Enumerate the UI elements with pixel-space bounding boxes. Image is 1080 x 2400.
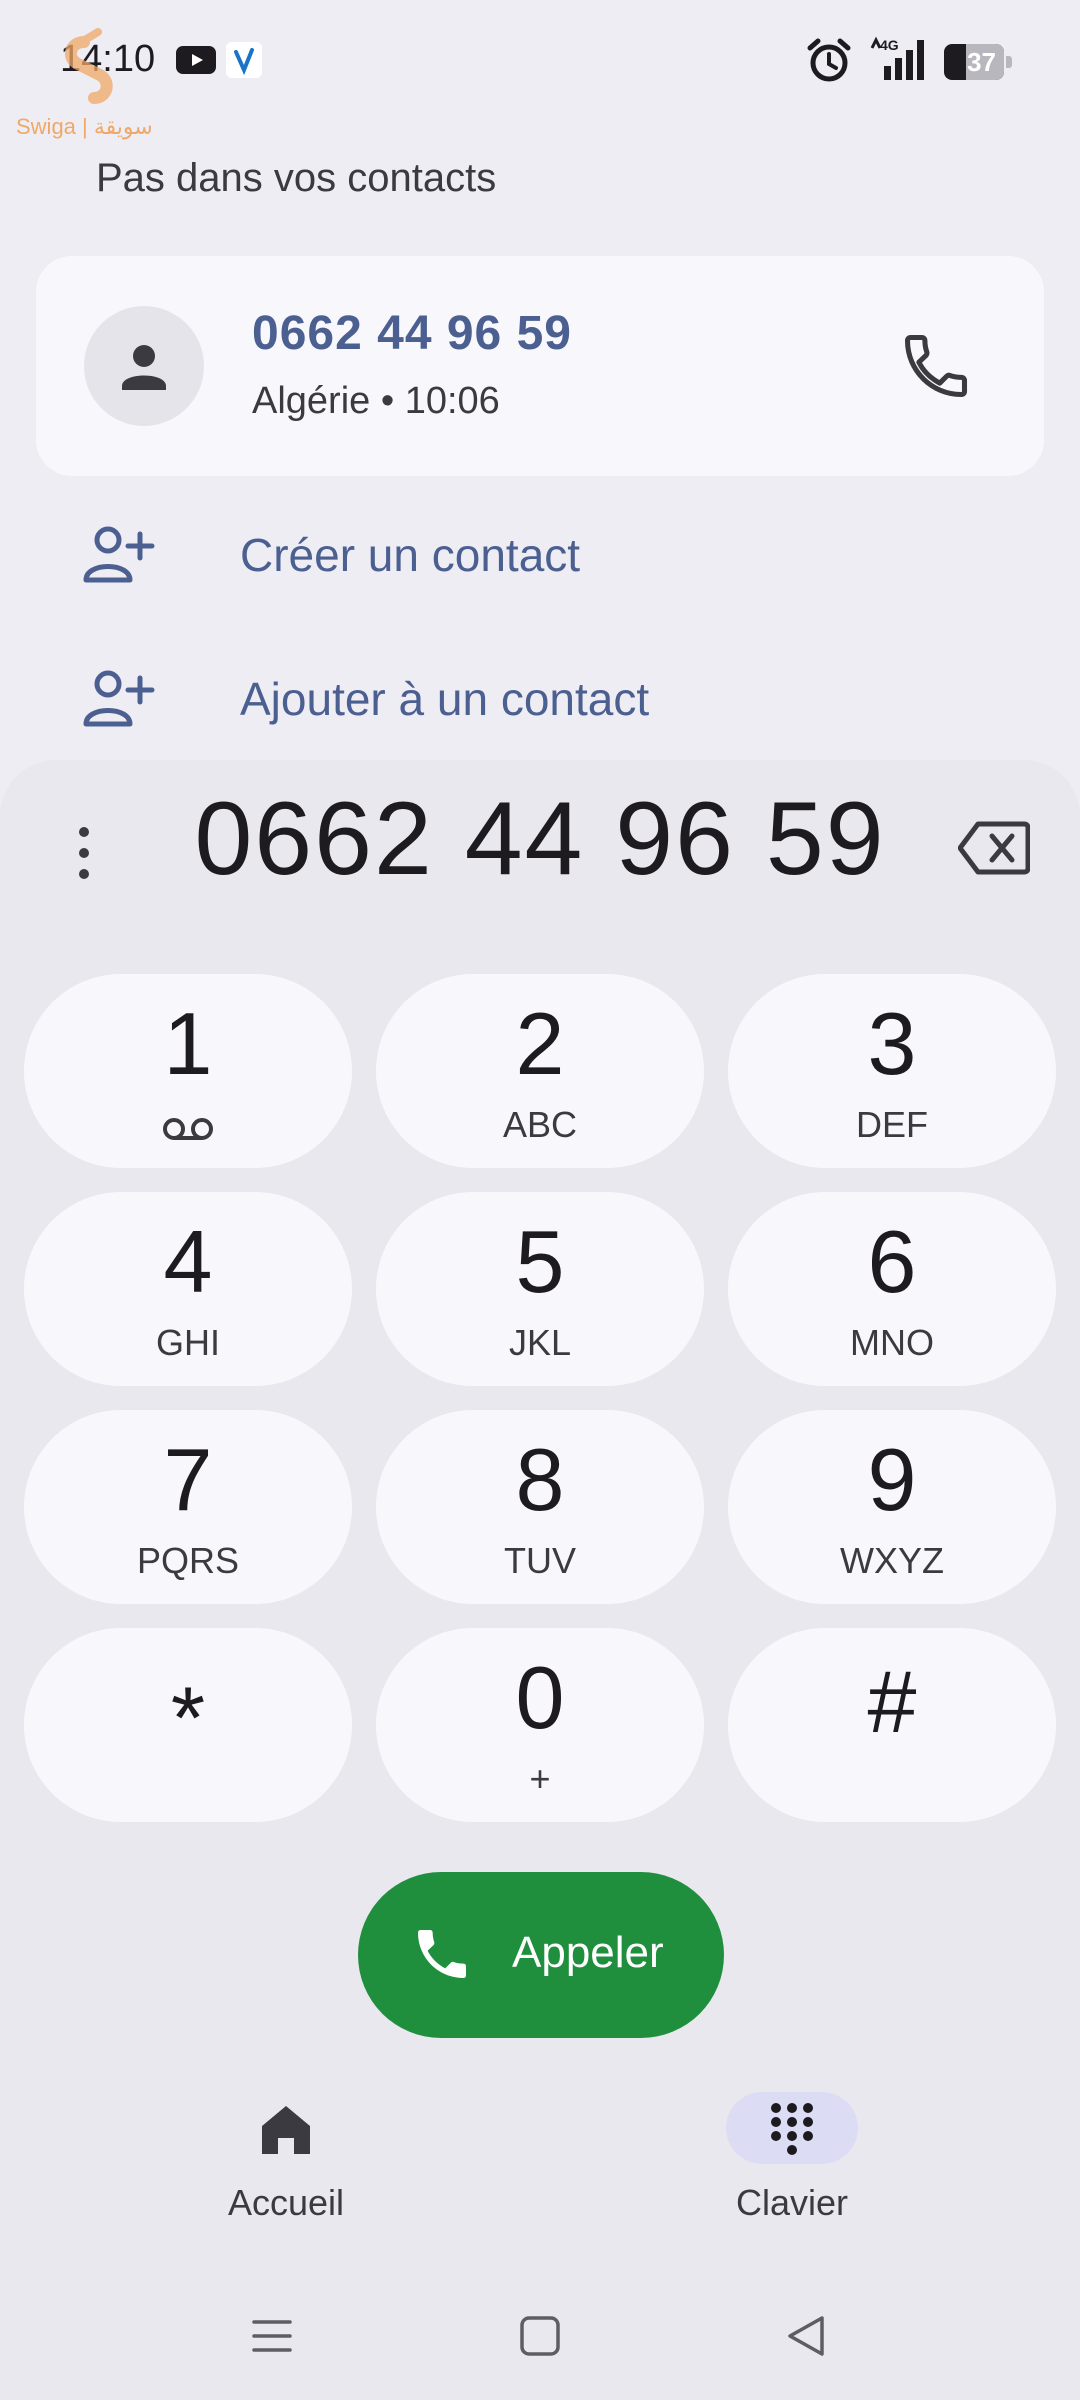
key-1[interactable]: 1: [24, 974, 352, 1168]
key-8[interactable]: 8 TUV: [376, 1410, 704, 1604]
create-contact-row[interactable]: Créer un contact: [0, 494, 1080, 614]
more-options-icon[interactable]: [62, 818, 106, 888]
key-2[interactable]: 2 ABC: [376, 974, 704, 1168]
key-letters: JKL: [508, 1322, 572, 1363]
key-digit: *: [170, 1668, 206, 1767]
key-6[interactable]: 6 MNO: [728, 1192, 1056, 1386]
home-button-icon[interactable]: [518, 2314, 562, 2358]
nav-label: Accueil: [227, 2182, 345, 2223]
add-to-contact-row[interactable]: Ajouter à un contact: [0, 638, 1080, 758]
key-digit: 8: [515, 1430, 565, 1529]
call-label: Appeler: [512, 1928, 664, 1977]
nav-item-accueil[interactable]: Accueil: [156, 2086, 416, 2236]
voicemail-icon: [163, 1118, 213, 1140]
recents-icon[interactable]: [250, 2314, 294, 2358]
nav-item-clavier[interactable]: Clavier: [662, 2086, 922, 2236]
youtube-icon: [176, 46, 216, 74]
key-4[interactable]: 4 GHI: [24, 1192, 352, 1386]
network-label: 4G: [880, 37, 899, 53]
phone-icon[interactable]: [898, 328, 974, 404]
back-icon[interactable]: [784, 2314, 828, 2358]
key-letters: +: [529, 1758, 551, 1799]
key-5[interactable]: 5 JKL: [376, 1192, 704, 1386]
key-digit: 1: [163, 994, 213, 1093]
person-icon: [122, 345, 166, 390]
key-9[interactable]: 9 WXYZ: [728, 1410, 1056, 1604]
dialed-number-display[interactable]: 0662 44 96 59: [130, 780, 950, 899]
dialpad-icon: [771, 2103, 813, 2155]
contact-number: 0662 44 96 59: [252, 307, 572, 360]
key-digit: 4: [163, 1212, 213, 1311]
system-navigation-bar: [0, 2300, 1080, 2380]
key-digit: 6: [867, 1212, 917, 1311]
signal-icon: 4G: [870, 36, 924, 80]
key-letters: ABC: [502, 1104, 578, 1145]
key-digit: #: [867, 1652, 917, 1751]
key-letters: MNO: [850, 1322, 934, 1363]
phone-icon: [418, 1930, 466, 1978]
key-star[interactable]: *: [24, 1628, 352, 1822]
create-contact-label: Créer un contact: [240, 529, 581, 581]
key-7[interactable]: 7 PQRS: [24, 1410, 352, 1604]
section-label: Pas dans vos contacts: [96, 156, 497, 200]
key-0[interactable]: 0 +: [376, 1628, 704, 1822]
key-digit: 5: [515, 1212, 565, 1311]
key-letters: WXYZ: [840, 1540, 944, 1581]
nav-icon-container: [726, 2092, 858, 2164]
battery-nub: [1006, 56, 1012, 68]
alarm-icon: [807, 38, 851, 82]
person-add-icon: [83, 670, 155, 727]
key-digit: 2: [515, 994, 565, 1093]
battery-icon: 37: [944, 44, 1012, 80]
person-add-icon: [83, 526, 155, 583]
key-hash[interactable]: #: [728, 1628, 1056, 1822]
add-to-contact-label: Ajouter à un contact: [240, 673, 650, 725]
bottom-navigation: Accueil Clavier: [0, 2086, 1080, 2236]
avatar: [84, 306, 204, 426]
key-letters: TUV: [504, 1540, 576, 1581]
home-icon: [262, 2106, 310, 2154]
key-digit: 9: [867, 1430, 917, 1529]
contact-meta: Algérie • 10:06: [252, 380, 500, 422]
backspace-icon[interactable]: [958, 820, 1030, 876]
watermark-text: Swiga | سويقة: [16, 114, 153, 139]
key-digit: 7: [163, 1430, 213, 1529]
key-letters: GHI: [155, 1322, 220, 1363]
key-digit: 0: [515, 1648, 565, 1747]
key-letters: PQRS: [136, 1540, 240, 1581]
vpn-icon: [226, 42, 262, 78]
key-letters: DEF: [856, 1104, 928, 1145]
battery-percent: 37: [967, 47, 996, 77]
nav-icon-container: [220, 2092, 352, 2164]
dialer-screen: 14:10 4G 37 Swiga | سويقة Pas dans vos c…: [0, 0, 1080, 2400]
key-3[interactable]: 3 DEF: [728, 974, 1056, 1168]
nav-label: Clavier: [735, 2182, 849, 2223]
call-button[interactable]: Appeler: [358, 1872, 724, 2038]
key-digit: 3: [867, 994, 917, 1093]
unknown-number-card[interactable]: 0662 44 96 59 Algérie • 10:06: [36, 256, 1044, 476]
